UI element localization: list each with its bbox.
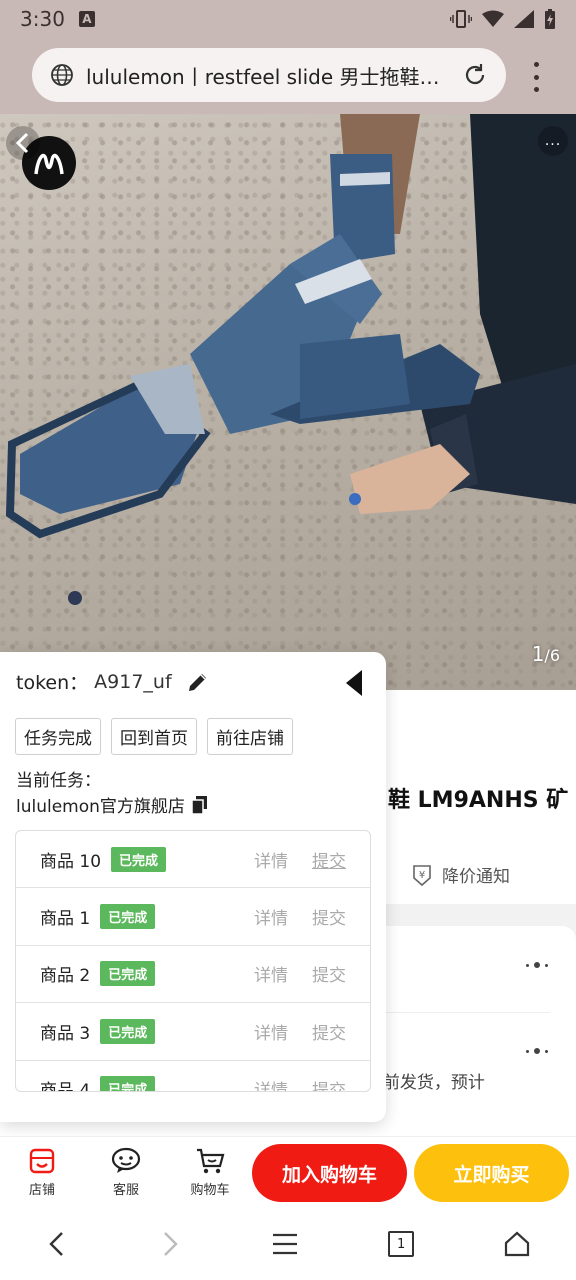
go-to-store-button[interactable]: 前往店铺 (207, 718, 293, 755)
notification-a-icon: A (78, 11, 95, 27)
image-counter-current: 1 (531, 642, 545, 666)
svg-text:¥: ¥ (419, 870, 425, 881)
current-task-label: 当前任务： (16, 771, 101, 791)
token-label: token： (16, 672, 89, 694)
status-bar: 3:30 A (0, 0, 576, 38)
globe-icon (51, 64, 73, 86)
item-name: 商品 1 (40, 909, 91, 930)
service-button[interactable]: 客服 (84, 1147, 168, 1198)
detail-link[interactable]: 详情 (254, 1076, 288, 1091)
signal-icon (514, 10, 534, 28)
add-to-cart-button[interactable]: 加入购物车 (252, 1144, 407, 1202)
more-dots-2[interactable] (526, 1048, 548, 1054)
tabs-count: 1 (397, 1236, 406, 1252)
product-title: 鞋 LM9ANHS 矿 (388, 788, 569, 813)
cart-label: 购物车 (190, 1183, 230, 1198)
browser-nav-bar: 1 (0, 1208, 576, 1280)
task-complete-button[interactable]: 任务完成 (15, 718, 101, 755)
list-item: 商品 2 已完成 详情 提交 (16, 946, 370, 1004)
submit-link[interactable]: 提交 (312, 961, 346, 986)
address-bar[interactable]: lululemon丨restfeel slide 男士拖鞋… (32, 48, 506, 102)
item-name: 商品 4 (40, 1081, 91, 1092)
divider (380, 1012, 550, 1013)
submit-link[interactable]: 提交 (312, 1076, 346, 1091)
status-badge: 已完成 (100, 1018, 156, 1044)
list-item: 商品 4 已完成 详情 提交 (16, 1061, 370, 1092)
detail-link[interactable]: 详情 (254, 1019, 288, 1044)
bottom-action-bar: 店铺 客服 购物车 加入购物车 立即购买 (0, 1136, 576, 1208)
submit-link[interactable]: 提交 (312, 904, 346, 929)
submit-link[interactable]: 提交 (312, 847, 346, 872)
browser-menu-button[interactable] (526, 62, 546, 92)
task-item-list: 商品 10 已完成 详情 提交 商品 1 已完成 详情 提交 商品 2 已完成 … (15, 830, 371, 1092)
vibrate-icon (450, 10, 472, 28)
tabs-button[interactable]: 1 (388, 1231, 415, 1257)
wifi-icon (482, 10, 504, 27)
item-name: 商品 3 (40, 1023, 91, 1044)
status-time: 3:30 (20, 7, 65, 31)
current-task-shop: lululemon官方旗舰店 (16, 792, 209, 817)
status-badge: 已完成 (100, 1076, 156, 1091)
product-image[interactable]: ... 1/6 (0, 114, 576, 690)
pencil-icon[interactable] (186, 670, 210, 694)
status-icons (450, 9, 556, 29)
panel-actions: 任务完成 回到首页 前往店铺 (15, 718, 293, 755)
store-icon (29, 1148, 55, 1174)
shop-name: lululemon官方旗舰店 (16, 797, 185, 817)
token-row: token： A917_uf (16, 668, 210, 695)
back-icon[interactable] (45, 1230, 69, 1258)
shipping-text: 0前发货，预计 (372, 1073, 485, 1093)
battery-icon (545, 9, 555, 29)
forward-icon[interactable] (158, 1230, 182, 1258)
cart-icon (197, 1148, 225, 1174)
store-label: 店铺 (28, 1183, 55, 1198)
detail-link[interactable]: 详情 (254, 904, 288, 929)
copy-icon[interactable] (191, 795, 209, 815)
triangle-left-icon[interactable] (344, 668, 364, 698)
browser-toolbar: lululemon丨restfeel slide 男士拖鞋… (0, 38, 576, 114)
store-button[interactable]: 店铺 (0, 1147, 84, 1198)
reload-icon[interactable] (462, 62, 488, 88)
status-badge: 已完成 (100, 904, 156, 930)
home-icon[interactable] (503, 1231, 531, 1257)
page: 3:30 A lululemon丨restfeel slide 男士拖鞋… ..… (0, 0, 576, 1280)
price-tag-icon: ¥ (413, 864, 431, 886)
menu-icon[interactable] (271, 1232, 299, 1256)
price-drop-notice[interactable]: ¥ 降价通知 (410, 862, 510, 887)
url-title: lululemon丨restfeel slide 男士拖鞋… (86, 64, 440, 89)
detail-link[interactable]: 详情 (254, 847, 288, 872)
buy-now-button[interactable]: 立即购买 (414, 1144, 569, 1202)
status-badge: 已完成 (111, 846, 167, 872)
back-home-button[interactable]: 回到首页 (111, 718, 197, 755)
token-value: A917_uf (94, 670, 172, 693)
task-panel: token： A917_uf 任务完成 回到首页 前往店铺 当前任务： lulu… (0, 652, 386, 1122)
service-label: 客服 (112, 1183, 139, 1198)
product-photo-illustration (5, 114, 576, 605)
list-item: 商品 3 已完成 详情 提交 (16, 1003, 370, 1061)
price-drop-label: 降价通知 (442, 867, 510, 887)
detail-link[interactable]: 详情 (254, 961, 288, 986)
service-icon (111, 1147, 141, 1173)
list-item: 商品 1 已完成 详情 提交 (16, 888, 370, 946)
more-dots-1[interactable] (526, 962, 548, 968)
item-name: 商品 2 (40, 966, 91, 987)
list-item: 商品 10 已完成 详情 提交 (16, 831, 370, 889)
item-name: 商品 10 (40, 851, 102, 872)
image-counter-total: /6 (544, 646, 560, 665)
status-badge: 已完成 (100, 961, 156, 987)
image-counter: 1/6 (532, 642, 560, 666)
submit-link[interactable]: 提交 (312, 1019, 346, 1044)
image-more-button[interactable]: ... (538, 126, 568, 156)
chevron-left-icon (15, 132, 29, 154)
cart-button[interactable]: 购物车 (168, 1147, 252, 1198)
image-back-button[interactable] (6, 126, 40, 160)
